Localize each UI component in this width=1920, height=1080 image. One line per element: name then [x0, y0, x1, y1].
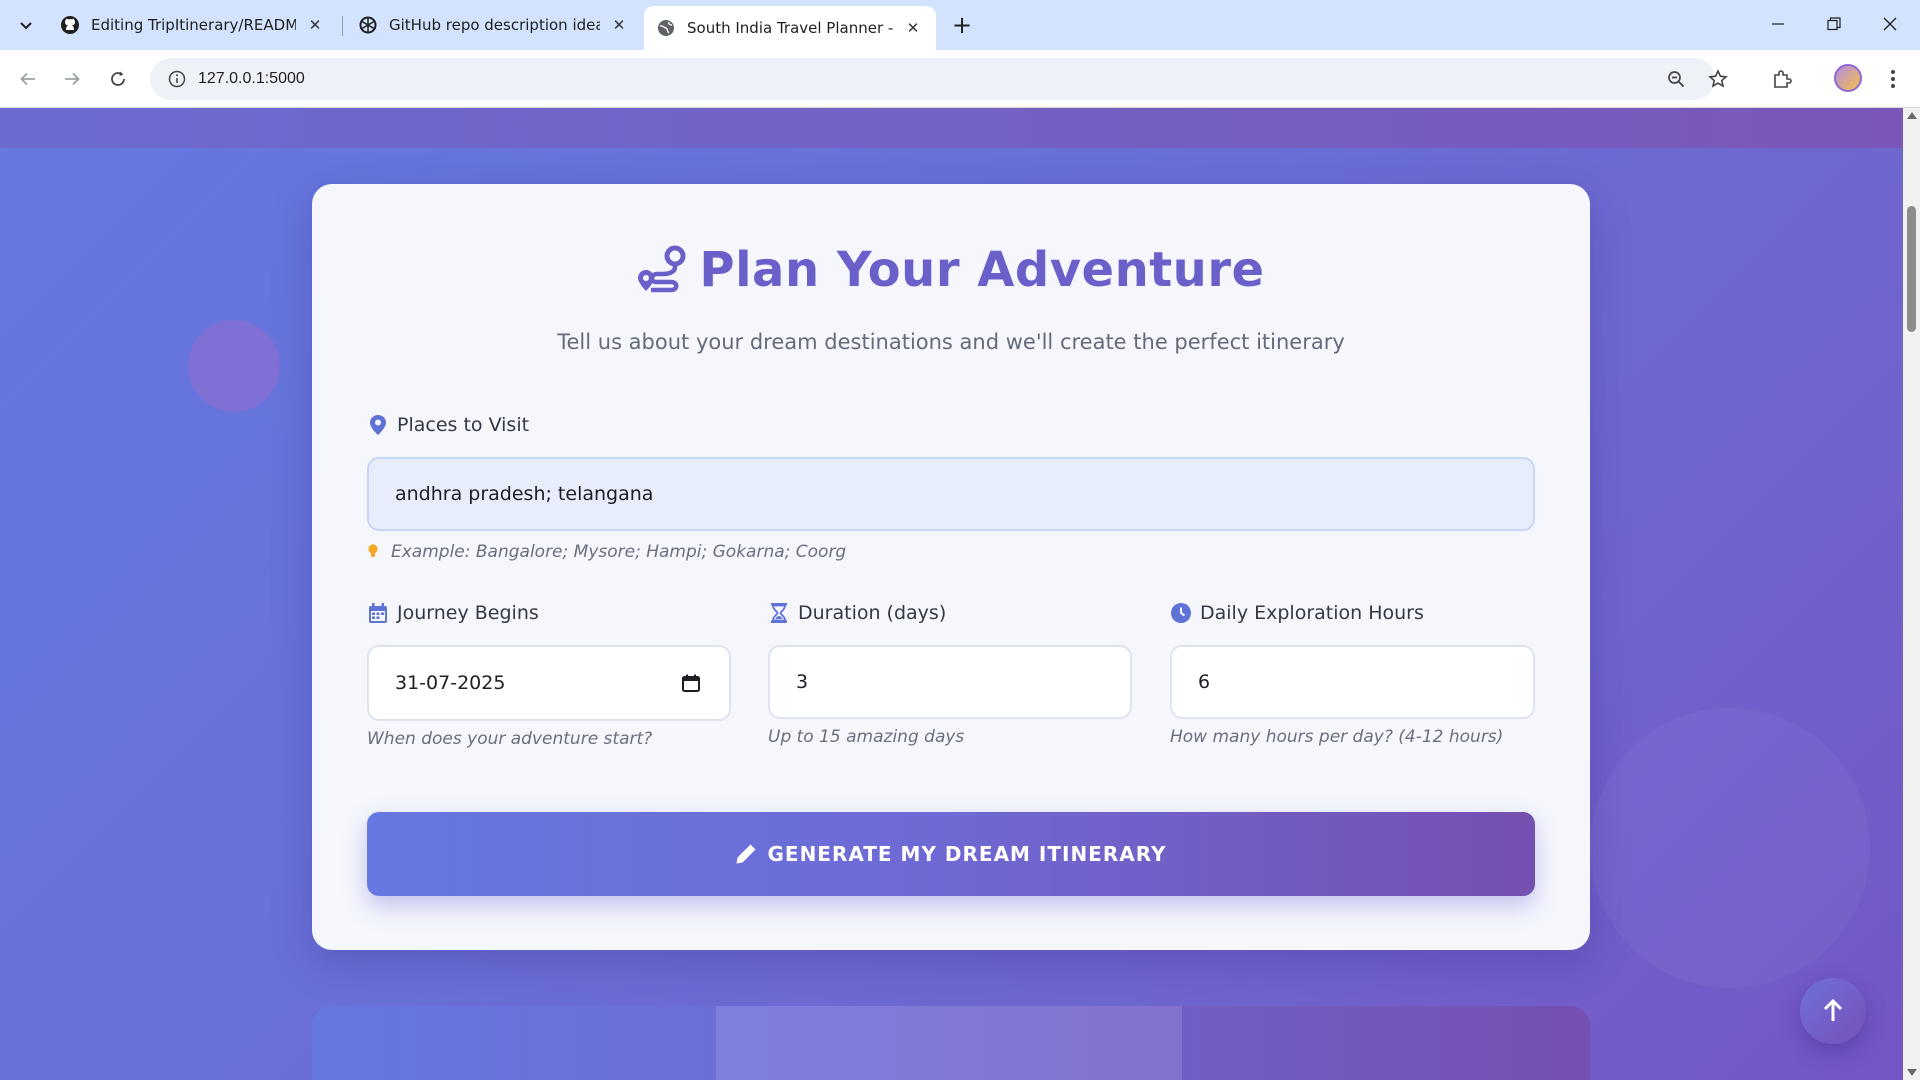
tab-github-ideas[interactable]: GitHub repo description ideas ✕	[346, 6, 642, 44]
calendar-picker-icon[interactable]	[681, 673, 701, 693]
hours-value: 6	[1198, 671, 1211, 693]
close-window-button[interactable]	[1862, 0, 1918, 48]
page-subtitle: Tell us about your dream destinations an…	[557, 330, 1345, 354]
start-date-label: Journey Begins	[367, 602, 539, 624]
scrollbar-thumb[interactable]	[1907, 206, 1916, 332]
chatgpt-icon	[358, 15, 378, 35]
scroll-up-arrow-icon[interactable]	[1907, 112, 1917, 119]
start-date-value: 31-07-2025	[395, 672, 506, 694]
hours-label: Daily Exploration Hours	[1170, 602, 1424, 624]
arrow-right-icon	[65, 72, 80, 86]
tab-readme[interactable]: Editing TripItinerary/README.m ✕	[48, 6, 338, 44]
menu-button[interactable]	[1877, 63, 1909, 95]
reload-button[interactable]	[102, 63, 134, 95]
places-hint: Example: Bangalore; Mysore; Hampi; Gokar…	[367, 542, 846, 562]
generate-button-label: GENERATE MY DREAM ITINERARY	[767, 842, 1167, 866]
duration-label: Duration (days)	[768, 602, 946, 624]
minimize-icon	[1772, 23, 1784, 25]
zoom-icon[interactable]	[1664, 67, 1688, 91]
start-date-label-text: Journey Begins	[397, 602, 539, 624]
close-tab-icon[interactable]: ✕	[608, 14, 630, 36]
new-tab-button[interactable]: +	[948, 11, 976, 39]
chevron-down-icon	[20, 22, 32, 30]
address-bar[interactable]: 127.0.0.1:5000	[150, 58, 1728, 100]
scroll-to-top-button[interactable]	[1800, 978, 1866, 1044]
url-text: 127.0.0.1:5000	[198, 70, 305, 87]
tab-title: Editing TripItinerary/README.m	[91, 16, 296, 34]
hours-label-text: Daily Exploration Hours	[1200, 602, 1424, 624]
close-icon	[1883, 17, 1897, 31]
hourglass-icon	[768, 602, 790, 624]
calendar-icon	[367, 602, 389, 624]
duration-value: 3	[796, 671, 809, 693]
places-label: Places to Visit	[367, 414, 529, 436]
close-tab-icon[interactable]: ✕	[304, 14, 326, 36]
page-scrollbar[interactable]	[1903, 108, 1920, 1080]
restore-icon	[1827, 17, 1841, 31]
hours-input[interactable]: 6	[1170, 645, 1535, 719]
hours-helper: How many hours per day? (4-12 hours)	[1170, 727, 1504, 747]
browser-tab-bar: Editing TripItinerary/README.m ✕ GitHub …	[0, 0, 1920, 50]
minimize-button[interactable]	[1750, 0, 1806, 48]
globe-icon	[656, 18, 676, 38]
tab-travel-planner[interactable]: South India Travel Planner - You ✕	[644, 6, 936, 50]
pencil-icon	[736, 844, 756, 864]
close-tab-icon[interactable]: ✕	[902, 17, 924, 39]
places-hint-text: Example: Bangalore; Mysore; Hampi; Gokar…	[391, 542, 847, 562]
site-info-icon[interactable]	[156, 70, 198, 88]
start-date-input[interactable]: 31-07-2025	[367, 645, 731, 721]
decorative-circle	[188, 320, 280, 412]
tab-title: South India Travel Planner - You	[687, 19, 894, 37]
places-input[interactable]: andhra pradesh; telangana	[367, 457, 1535, 531]
route-icon	[638, 245, 686, 293]
results-card	[312, 1006, 1590, 1080]
results-card-highlight	[716, 1006, 1182, 1080]
extensions-button[interactable]	[1766, 63, 1798, 95]
generate-itinerary-button[interactable]: GENERATE MY DREAM ITINERARY	[367, 812, 1535, 896]
places-label-text: Places to Visit	[397, 414, 530, 436]
arrow-up-icon	[1823, 999, 1843, 1021]
page-viewport: Plan Your Adventure Tell us about your d…	[0, 108, 1903, 1080]
clock-icon	[1170, 602, 1192, 624]
page-title: Plan Your Adventure	[312, 242, 1590, 298]
tab-separator	[342, 16, 343, 36]
decorative-circle	[1590, 708, 1870, 988]
header-band	[0, 108, 1903, 148]
profile-avatar[interactable]	[1834, 64, 1862, 92]
duration-input[interactable]: 3	[768, 645, 1132, 719]
browser-toolbar: 127.0.0.1:5000	[0, 50, 1920, 108]
title-text: Plan Your Adventure	[699, 242, 1265, 298]
arrow-left-icon	[20, 72, 35, 86]
duration-helper: Up to 15 amazing days	[768, 727, 965, 747]
back-button[interactable]	[12, 63, 44, 95]
tab-title: GitHub repo description ideas	[389, 16, 600, 34]
restore-button[interactable]	[1806, 0, 1862, 48]
reload-icon	[111, 71, 125, 86]
lightbulb-icon	[368, 544, 378, 557]
tab-search-button[interactable]	[10, 10, 42, 42]
forward-button[interactable]	[56, 63, 88, 95]
start-date-helper: When does your adventure start?	[367, 729, 653, 749]
github-icon	[60, 15, 80, 35]
map-pin-icon	[367, 414, 389, 436]
planner-form-card: Plan Your Adventure Tell us about your d…	[312, 184, 1590, 950]
puzzle-icon	[1774, 70, 1792, 88]
scroll-down-arrow-icon[interactable]	[1907, 1069, 1917, 1076]
bookmark-star-icon[interactable]	[1706, 67, 1730, 91]
duration-label-text: Duration (days)	[798, 602, 947, 624]
more-vert-icon	[1891, 70, 1895, 88]
